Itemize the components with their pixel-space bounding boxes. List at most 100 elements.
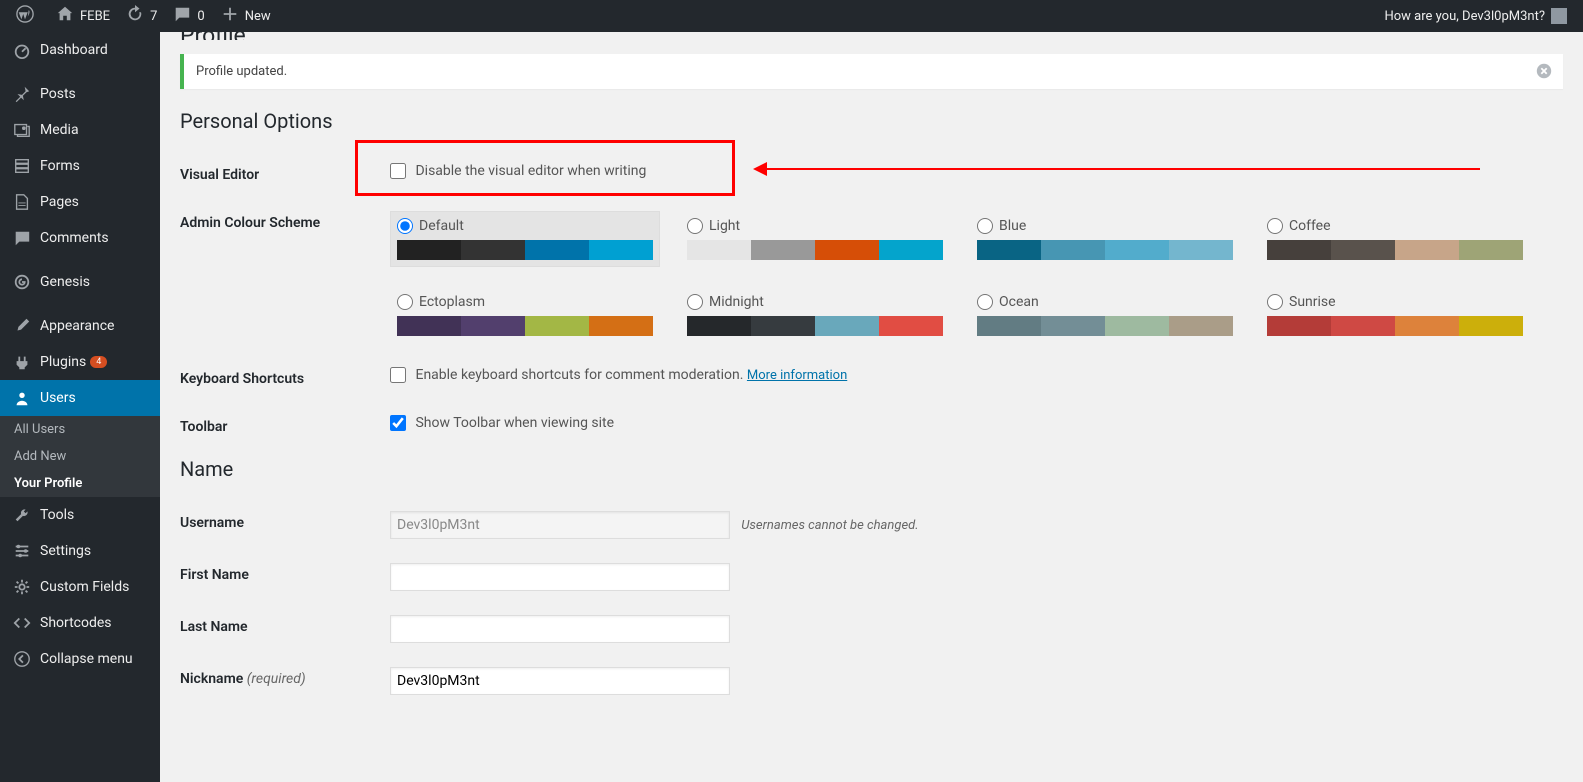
color-scheme-radio[interactable] [687,218,703,234]
color-scheme-blue[interactable]: Blue [970,211,1240,267]
color-scheme-radio[interactable] [1267,294,1283,310]
color-scheme-radio[interactable] [397,294,413,310]
menu-tools[interactable]: Tools [0,497,160,533]
comment-icon [12,228,32,248]
color-scheme-midnight[interactable]: Midnight [680,287,950,343]
pin-icon [12,84,32,104]
menu-shortcodes[interactable]: Shortcodes [0,605,160,641]
visual-editor-row[interactable]: Disable the visual editor when writing [390,163,646,179]
more-info-link[interactable]: More information [747,368,847,383]
color-scheme-radio[interactable] [977,218,993,234]
color-scheme-label: Default [419,218,464,234]
update-notice: Profile updated. [180,54,1563,89]
label-keyboard-shortcuts: Keyboard Shortcuts [180,355,380,403]
greeting-text: How are you, Dev3l0pM3nt? [1384,9,1545,24]
section-personal-options: Personal Options [180,109,1563,133]
sliders-icon [12,541,32,561]
color-scheme-label: Coffee [1289,218,1331,234]
color-scheme-label: Blue [999,218,1026,234]
menu-forms[interactable]: Forms [0,148,160,184]
dismiss-notice-button[interactable] [1535,62,1553,84]
color-scheme-default[interactable]: Default [390,211,660,267]
menu-media[interactable]: Media [0,112,160,148]
toolbar-checkbox[interactable] [390,415,406,431]
code-icon [12,613,32,633]
dashboard-icon [12,40,32,60]
color-scheme-coffee[interactable]: Coffee [1260,211,1530,267]
updates-link[interactable]: 7 [118,0,165,32]
color-scheme-light[interactable]: Light [680,211,950,267]
refresh-icon [126,5,144,27]
my-account-link[interactable]: How are you, Dev3l0pM3nt? [1376,0,1575,32]
color-scheme-ocean[interactable]: Ocean [970,287,1240,343]
submenu-add-new[interactable]: Add New [0,443,160,470]
wp-logo[interactable] [8,0,48,32]
menu-plugins[interactable]: Plugins4 [0,344,160,380]
users-submenu: All Users Add New Your Profile [0,416,160,497]
username-field [390,511,730,539]
color-swatches [397,240,653,260]
color-scheme-label: Ocean [999,294,1039,310]
menu-dashboard[interactable]: Dashboard [0,32,160,68]
notice-text: Profile updated. [196,64,287,79]
submenu-all-users[interactable]: All Users [0,416,160,443]
section-name: Name [180,457,1563,481]
menu-pages[interactable]: Pages [0,184,160,220]
color-scheme-label: Ectoplasm [419,294,485,310]
label-admin-color: Admin Colour Scheme [180,199,380,355]
collapse-menu[interactable]: Collapse menu [0,641,160,677]
keyboard-shortcuts-checkbox[interactable] [390,367,406,383]
keyboard-shortcuts-row[interactable]: Enable keyboard shortcuts for comment mo… [390,367,747,383]
menu-settings[interactable]: Settings [0,533,160,569]
label-username: Username [180,499,380,551]
color-scheme-radio[interactable] [977,294,993,310]
menu-appearance[interactable]: Appearance [0,308,160,344]
color-scheme-sunrise[interactable]: Sunrise [1260,287,1530,343]
color-swatches [977,240,1233,260]
menu-comments[interactable]: Comments [0,220,160,256]
submenu-your-profile[interactable]: Your Profile [0,470,160,497]
media-icon [12,120,32,140]
color-scheme-radio[interactable] [687,294,703,310]
toolbar-row[interactable]: Show Toolbar when viewing site [390,415,614,431]
color-scheme-picker: Default Light Blue Coffee Ectoplasm Midnight O… [390,211,1553,343]
last-name-field[interactable] [390,615,730,643]
annotation-arrow [760,168,1480,170]
color-swatches [1267,316,1523,336]
color-scheme-radio[interactable] [1267,218,1283,234]
username-note: Usernames cannot be changed. [741,518,918,533]
comment-icon [173,5,191,27]
page-title: Profile [180,32,1563,40]
menu-posts[interactable]: Posts [0,76,160,112]
color-swatches [977,316,1233,336]
visual-editor-checkbox[interactable] [390,163,406,179]
color-scheme-radio[interactable] [397,218,413,234]
users-icon [12,388,32,408]
collapse-icon [12,649,32,669]
color-scheme-label: Sunrise [1289,294,1336,310]
new-label: New [245,9,271,24]
label-nickname: Nickname (required) [180,655,380,707]
label-last-name: Last Name [180,603,380,655]
menu-genesis[interactable]: Genesis [0,264,160,300]
menu-custom-fields[interactable]: Custom Fields [0,569,160,605]
label-first-name: First Name [180,551,380,603]
wordpress-icon [16,5,34,27]
home-icon [56,5,74,27]
nickname-field[interactable] [390,667,730,695]
label-visual-editor: Visual Editor [180,151,380,199]
genesis-icon [12,272,32,292]
plugins-badge: 4 [90,356,107,368]
visual-editor-checkbox-label: Disable the visual editor when writing [415,163,646,179]
color-scheme-ectoplasm[interactable]: Ectoplasm [390,287,660,343]
comments-link[interactable]: 0 [165,0,212,32]
color-swatches [1267,240,1523,260]
personal-options-table: Visual Editor Disable the visual editor … [180,151,1563,451]
site-name-link[interactable]: FEBE [48,0,118,32]
new-link[interactable]: New [213,0,279,32]
comments-count: 0 [197,9,204,24]
avatar [1551,8,1567,24]
first-name-field[interactable] [390,563,730,591]
plus-icon [221,5,239,27]
menu-users[interactable]: Users [0,380,160,416]
